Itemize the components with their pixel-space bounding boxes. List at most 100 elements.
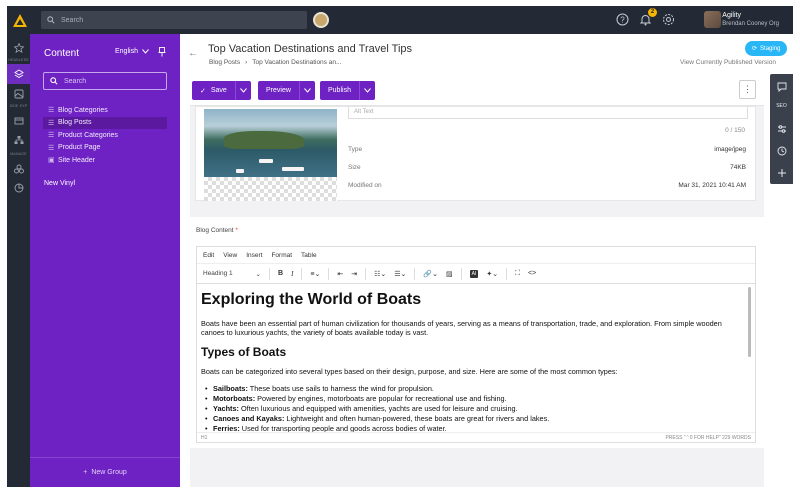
group-new-vinyl[interactable]: New Vinyl xyxy=(44,180,75,187)
image-icon[interactable]: ▨ xyxy=(446,270,453,278)
alt-text-input[interactable]: Alt Text xyxy=(348,107,748,119)
action-toolbar: ✓ Save Preview Publish xyxy=(190,76,764,106)
pin-icon[interactable] xyxy=(158,47,166,57)
sidebar-search-input[interactable]: Search xyxy=(43,72,167,90)
menu-insert[interactable]: Insert xyxy=(246,252,262,259)
content-icon[interactable] xyxy=(7,64,30,84)
sidebar-item-blog-posts[interactable]: ☰ Blog Posts xyxy=(43,116,167,129)
toolbar-divider xyxy=(269,267,270,280)
preview-label: Preview xyxy=(266,87,291,94)
sidebar-item-site-header[interactable]: ▣ Site Header xyxy=(43,154,167,167)
doc-heading-2: Types of Boats xyxy=(201,345,287,359)
preview-button-group: Preview xyxy=(258,81,315,100)
publish-label: Publish xyxy=(328,87,351,94)
save-label: Save xyxy=(210,87,227,94)
menu-edit[interactable]: Edit xyxy=(203,252,214,259)
content-sidebar: Content English Search ☰ Blog Categories … xyxy=(30,34,180,487)
list-text: Used for transporting people and goods a… xyxy=(239,424,447,432)
media-icon[interactable] xyxy=(12,87,25,100)
editor-scrollbar[interactable] xyxy=(748,287,751,357)
toolbar-divider xyxy=(328,267,330,280)
bullet-list-icon[interactable]: ☷⌄ xyxy=(374,270,386,278)
editor-toolbar: Heading 1 ⌄ B I ≡⌄ ⇤ ⇥ ☷⌄ ☰⌄ 🔗⌄ ▨ AI ✦⌄ ⛶… xyxy=(197,264,755,284)
source-code-icon[interactable]: <> xyxy=(528,270,536,277)
star-icon[interactable] xyxy=(12,41,25,54)
sitemap-icon[interactable] xyxy=(12,133,25,146)
sliders-icon[interactable] xyxy=(775,122,788,135)
user-name: Agility xyxy=(722,12,741,19)
rail-label-manage: MANAGE xyxy=(10,152,27,156)
fullscreen-icon[interactable]: ⛶ xyxy=(515,270,520,278)
meta-value: Mar 31, 2021 10:41 AM xyxy=(678,182,746,189)
preview-button[interactable]: Preview xyxy=(258,81,299,100)
save-button[interactable]: ✓ Save xyxy=(192,81,235,100)
analytics-icon[interactable] xyxy=(12,181,25,194)
element-path[interactable]: H1 xyxy=(201,435,207,441)
avatar[interactable] xyxy=(704,11,721,28)
ai-assistant-icon[interactable]: AI xyxy=(469,269,479,278)
sidebar-item-blog-categories[interactable]: ☰ Blog Categories xyxy=(43,104,167,117)
rich-text-editor[interactable]: Edit View Insert Format Table Heading 1 ⌄… xyxy=(196,246,756,443)
list-icon: ☰ xyxy=(48,119,55,127)
more-options-icon[interactable]: ⋮ xyxy=(739,80,756,99)
meta-value: 74KB xyxy=(730,164,746,171)
italic-icon[interactable]: I xyxy=(291,270,293,278)
sidebar-item-product-categories[interactable]: ☰ Product Categories xyxy=(43,129,167,142)
indent-icon[interactable]: ⇥ xyxy=(351,270,357,278)
help-icon[interactable]: ? xyxy=(616,13,629,26)
chevron-down-icon: ⌄ xyxy=(255,270,261,278)
toolbar-divider xyxy=(414,267,416,280)
publish-options-chevron-icon[interactable] xyxy=(358,81,375,100)
rail-label-headless: HEADLESS xyxy=(8,58,29,62)
user-menu[interactable]: Agility Brendan Cooney Org xyxy=(722,12,779,27)
view-published-link[interactable]: View Currently Published Version xyxy=(680,59,776,66)
sidebar-item-label: Site Header xyxy=(58,156,95,164)
instance-switcher-icon[interactable] xyxy=(313,12,329,28)
image-thumbnail[interactable] xyxy=(204,109,337,177)
align-icon[interactable]: ≡⌄ xyxy=(310,270,320,278)
breadcrumb-blog-posts[interactable]: Blog Posts xyxy=(209,59,240,66)
bell-icon[interactable]: 2 xyxy=(639,8,657,26)
language-select[interactable]: English xyxy=(115,48,149,55)
numbered-list-icon[interactable]: ☰⌄ xyxy=(394,270,406,278)
models-icon[interactable] xyxy=(12,162,25,175)
block-format-value: Heading 1 xyxy=(203,269,233,277)
org-name: Brendan Cooney Org xyxy=(722,21,779,27)
agility-logo[interactable] xyxy=(7,6,33,34)
magic-wand-icon[interactable]: ✦⌄ xyxy=(486,270,498,278)
link-icon[interactable]: 🔗⌄ xyxy=(423,270,438,278)
sidebar-item-product-page[interactable]: ☰ Product Page xyxy=(43,142,167,155)
new-group-button[interactable]: + New Group xyxy=(30,457,180,487)
back-arrow-icon[interactable]: ← xyxy=(188,48,198,59)
editor-document[interactable]: Exploring the World of Boats Boats have … xyxy=(201,287,746,432)
doc-paragraph: Boats can be categorized into several ty… xyxy=(201,367,618,376)
list-term: Ferries: xyxy=(213,424,240,432)
outdent-icon[interactable]: ⇤ xyxy=(337,270,343,278)
breadcrumb-separator-icon: › xyxy=(245,59,248,66)
menu-table[interactable]: Table xyxy=(301,252,317,259)
history-icon[interactable] xyxy=(775,144,788,157)
publish-button[interactable]: Publish xyxy=(320,81,359,100)
comments-icon[interactable] xyxy=(775,80,788,93)
save-options-chevron-icon[interactable] xyxy=(234,81,251,100)
preview-options-chevron-icon[interactable] xyxy=(298,81,315,100)
menu-format[interactable]: Format xyxy=(271,252,292,259)
right-tool-rail: SEO xyxy=(770,74,793,184)
editor-menubar: Edit View Insert Format Table xyxy=(197,247,755,264)
add-icon[interactable] xyxy=(775,166,788,179)
bold-icon[interactable]: B xyxy=(278,270,283,277)
list-text: Lightweight and often human-powered, the… xyxy=(284,414,550,423)
settings-icon[interactable] xyxy=(662,13,675,26)
editor-statusbar: H1 PRESS "⌃0 FOR HELP" 229 WORDS xyxy=(197,432,755,442)
list-term: Sailboats: xyxy=(213,384,248,393)
sidebar-item-label: Product Categories xyxy=(58,131,118,139)
seo-tab[interactable]: SEO xyxy=(770,103,793,109)
menu-view[interactable]: View xyxy=(223,252,237,259)
global-search-input[interactable]: Search xyxy=(41,11,307,29)
block-format-select[interactable]: Heading 1 ⌄ xyxy=(203,270,261,278)
meta-row-size: Size 74KB xyxy=(348,164,746,171)
language-label: English xyxy=(115,48,138,55)
top-bar: Search ? 2 Agility Brendan Cooney Org xyxy=(7,6,793,34)
pages-icon[interactable] xyxy=(12,114,25,127)
list-item: Sailboats: These boats use sails to harn… xyxy=(205,384,746,394)
